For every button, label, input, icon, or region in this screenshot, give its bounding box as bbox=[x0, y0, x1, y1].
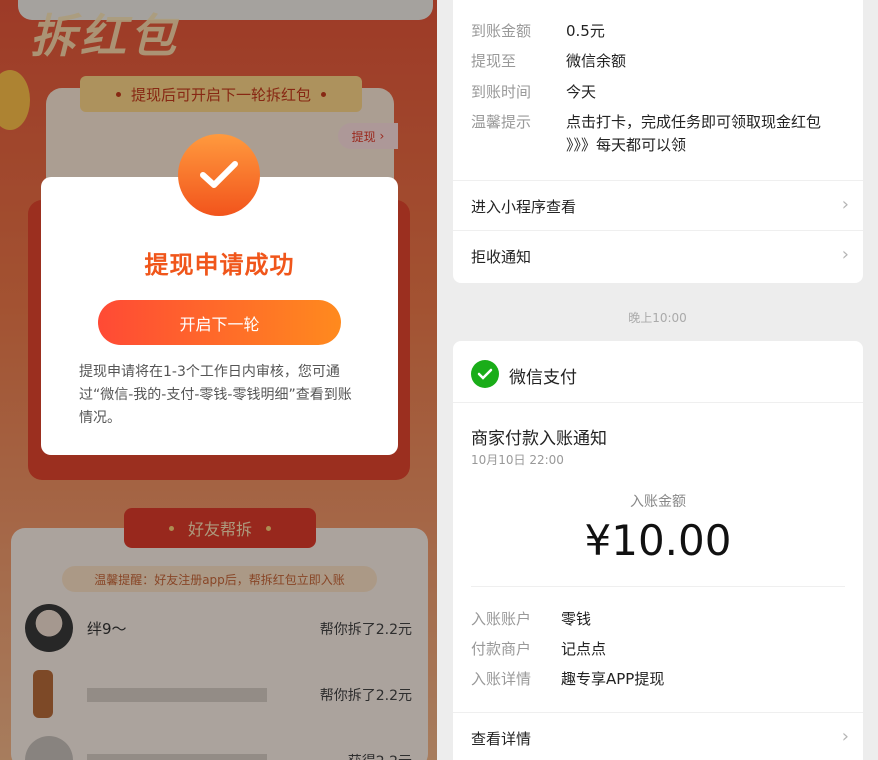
notification-date: 10月10日 22:00 bbox=[471, 453, 564, 467]
success-modal: 提现申请成功 开启下一轮 提现申请将在1-3个工作日内审核，您可通过“微信-我的… bbox=[41, 177, 398, 455]
kv-key: 付款商户 bbox=[471, 640, 532, 658]
timestamp-separator: 晚上10:00 bbox=[628, 311, 687, 325]
chevron-right-icon: › bbox=[841, 726, 849, 747]
kv-key: 到账金额 bbox=[471, 22, 532, 40]
kv-key: 到账时间 bbox=[471, 83, 532, 101]
view-details-link[interactable]: 查看详情 › bbox=[453, 712, 863, 760]
link-label: 进入小程序查看 bbox=[471, 198, 577, 216]
link-label: 查看详情 bbox=[471, 730, 532, 748]
kv-key: 温馨提示 bbox=[471, 113, 532, 131]
kv-value: 点击打卡，完成任务即可领取现金红包 》》》每天都可以领 bbox=[566, 113, 822, 154]
withdraw-card: 到账金额 0.5元 提现至 微信余额 到账时间 今天 温馨提示 点击打卡，完成任… bbox=[453, 0, 863, 283]
kv-value: 记点点 bbox=[561, 640, 607, 658]
wechat-panel: 到账金额 0.5元 提现至 微信余额 到账时间 今天 温馨提示 点击打卡，完成任… bbox=[437, 0, 878, 760]
notification-title: 商家付款入账通知 bbox=[471, 429, 607, 449]
divider bbox=[471, 586, 845, 587]
modal-description: 提现申请将在1-3个工作日内审核，您可通过“微信-我的-支付-零钱-零钱明细”查… bbox=[79, 364, 352, 426]
kv-value: 微信余额 bbox=[566, 52, 627, 70]
app-panel: 拆红包 提现后可开启下一轮拆红包 提现 › 好友帮拆 温馨提醒：好友注册app后… bbox=[0, 0, 437, 760]
reject-notification-link[interactable]: 拒收通知 › bbox=[453, 230, 863, 280]
open-miniprogram-link[interactable]: 进入小程序查看 › bbox=[453, 180, 863, 230]
app-name: 微信支付 bbox=[509, 368, 577, 388]
kv-key: 提现至 bbox=[471, 52, 517, 70]
chevron-right-icon: › bbox=[841, 244, 849, 265]
wechat-pay-icon bbox=[471, 360, 499, 388]
kv-key: 入账账户 bbox=[471, 610, 532, 628]
kv-value: 趣专享APP提现 bbox=[561, 670, 665, 688]
check-icon bbox=[178, 134, 260, 216]
kv-value: 零钱 bbox=[561, 610, 592, 628]
kv-value: 0.5元 bbox=[566, 22, 605, 40]
next-round-button[interactable]: 开启下一轮 bbox=[98, 300, 341, 345]
divider bbox=[453, 402, 863, 403]
screenshot-root: 拆红包 提现后可开启下一轮拆红包 提现 › 好友帮拆 温馨提醒：好友注册app后… bbox=[0, 0, 878, 760]
kv-value: 今天 bbox=[566, 83, 597, 101]
chevron-right-icon: › bbox=[841, 194, 849, 215]
amount-label: 入账金额 bbox=[630, 494, 686, 510]
kv-key: 入账详情 bbox=[471, 670, 532, 688]
payment-card: 微信支付 商家付款入账通知 10月10日 22:00 入账金额 ¥10.00 入… bbox=[453, 341, 863, 760]
amount-value: ¥10.00 bbox=[584, 516, 732, 565]
modal-title: 提现申请成功 bbox=[144, 251, 295, 279]
link-label: 拒收通知 bbox=[471, 248, 532, 266]
